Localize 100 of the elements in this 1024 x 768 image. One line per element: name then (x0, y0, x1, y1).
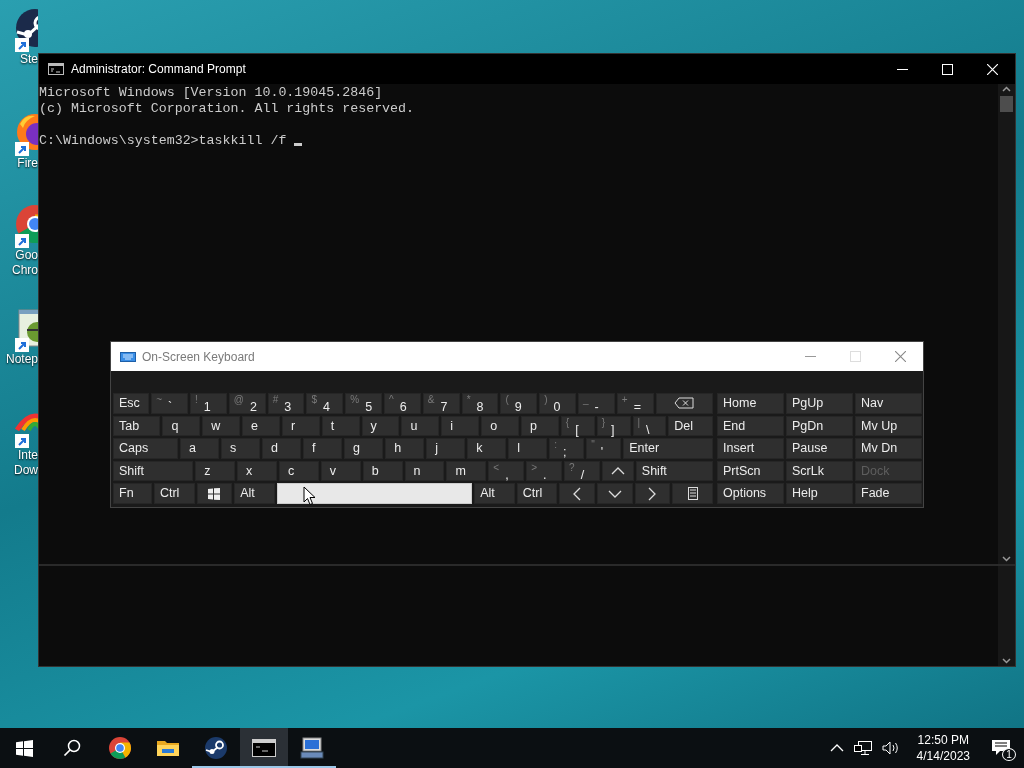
key[interactable]: * 8 (461, 393, 499, 414)
key[interactable]: x (237, 460, 277, 482)
icon-label: Inte (18, 448, 38, 463)
key[interactable]: PgDn (786, 415, 853, 437)
key[interactable]: Shift (113, 460, 194, 482)
key[interactable]: j (426, 438, 466, 459)
monitor-keyboard-icon (300, 736, 324, 760)
key[interactable]: w (202, 415, 241, 437)
up-chevron-icon[interactable] (829, 743, 844, 753)
steam-logo-icon (204, 736, 228, 760)
icon-label: Dow (14, 463, 38, 478)
key[interactable]: v (320, 460, 361, 482)
key[interactable]: ( 9 (500, 393, 538, 414)
key[interactable]: ! 1 (190, 393, 227, 414)
key[interactable]: n (404, 460, 445, 482)
key[interactable]: Fade (855, 483, 922, 504)
key[interactable] (196, 483, 233, 504)
icon-label: Chro (12, 263, 38, 278)
key[interactable]: # 3 (267, 393, 305, 414)
key[interactable]: b (362, 460, 403, 482)
left-chevron-icon (572, 486, 583, 501)
key[interactable]: Caps (113, 438, 179, 459)
right-chevron-icon (647, 486, 658, 501)
maximize-button[interactable] (942, 63, 953, 75)
key[interactable]: f (303, 438, 343, 459)
speaker-icon[interactable] (881, 740, 900, 756)
key[interactable]: Help (786, 483, 853, 504)
key[interactable]: t (321, 415, 360, 437)
key[interactable]: Alt (474, 483, 515, 504)
key[interactable]: g (344, 438, 384, 459)
key[interactable]: o (481, 415, 519, 437)
key[interactable] (672, 483, 713, 504)
icon-label: Goo (15, 248, 38, 263)
search-icon (63, 739, 81, 757)
windows-logo-icon (208, 487, 221, 500)
key[interactable]: Mv Up (855, 415, 922, 437)
key[interactable]: Alt (234, 483, 275, 504)
key[interactable]: Pause (786, 438, 853, 459)
key[interactable]: p (520, 415, 559, 437)
key[interactable]: { [ (560, 415, 595, 437)
key[interactable]: < , (488, 460, 525, 482)
key[interactable]: m (446, 460, 487, 482)
key[interactable]: d (262, 438, 302, 459)
key[interactable]: c (278, 460, 319, 482)
key[interactable]: Esc (113, 393, 150, 414)
clock-button[interactable]: 12:50 PM 4/14/2023 (908, 732, 978, 764)
key[interactable]: : ; (549, 438, 585, 459)
key[interactable]: End (717, 415, 784, 437)
key[interactable]: Mv Dn (855, 438, 922, 459)
key[interactable]: PrtScn (717, 460, 784, 482)
key[interactable]: y (361, 415, 400, 437)
windows-logo-icon (15, 739, 33, 757)
message-icon (991, 739, 1011, 757)
key[interactable]: _ - (578, 393, 615, 414)
key[interactable]: Ctrl (516, 483, 558, 504)
key[interactable]: Del (668, 415, 713, 437)
key[interactable]: Shift (635, 460, 713, 482)
key[interactable]: " ' (586, 438, 622, 459)
key[interactable]: + = (616, 393, 654, 414)
key[interactable]: > . (526, 460, 563, 482)
key[interactable]: % 5 (345, 393, 383, 414)
network-icon[interactable] (853, 740, 872, 756)
key[interactable]: l (508, 438, 548, 459)
key[interactable]: ) 0 (539, 393, 576, 414)
key[interactable]: Tab (113, 415, 161, 437)
window-title: On-Screen Keyboard (142, 349, 256, 364)
key[interactable]: @ 2 (228, 393, 266, 414)
key[interactable]: h (385, 438, 425, 459)
key[interactable]: k (467, 438, 507, 459)
key[interactable]: q (162, 415, 201, 437)
key[interactable]: PgUp (786, 393, 853, 414)
key[interactable]: u (401, 415, 440, 437)
key[interactable]: & 7 (422, 393, 460, 414)
menu-key-icon (687, 487, 698, 501)
key[interactable]: Fn (113, 483, 152, 504)
key[interactable]: Nav (855, 393, 922, 414)
key[interactable]: Ctrl (153, 483, 195, 504)
key[interactable]: Enter (623, 438, 713, 459)
key[interactable]: s (221, 438, 261, 459)
key[interactable]: ^ 6 (384, 393, 421, 414)
taskbar-app-button[interactable] (240, 728, 288, 768)
key[interactable]: i (441, 415, 480, 437)
key[interactable]: ~ ` (151, 393, 189, 414)
icon-label: Fire (17, 156, 38, 171)
notification-button[interactable]: 1 (986, 733, 1016, 763)
text-cursor (294, 143, 303, 146)
key[interactable]: | \ (632, 415, 667, 437)
scrollbar-thumb[interactable] (1000, 96, 1013, 112)
key[interactable]: } ] (596, 415, 631, 437)
key[interactable]: ? / (564, 460, 600, 482)
key[interactable]: $ 4 (306, 393, 344, 414)
key[interactable]: Home (717, 393, 784, 414)
key[interactable]: a (180, 438, 220, 459)
key[interactable]: z (195, 460, 236, 482)
key[interactable]: Options (717, 483, 784, 504)
key[interactable]: e (242, 415, 280, 437)
key[interactable]: r (281, 415, 320, 437)
key[interactable]: ScrLk (786, 460, 853, 482)
up-chevron-icon (610, 466, 625, 477)
key[interactable]: Insert (717, 438, 784, 459)
